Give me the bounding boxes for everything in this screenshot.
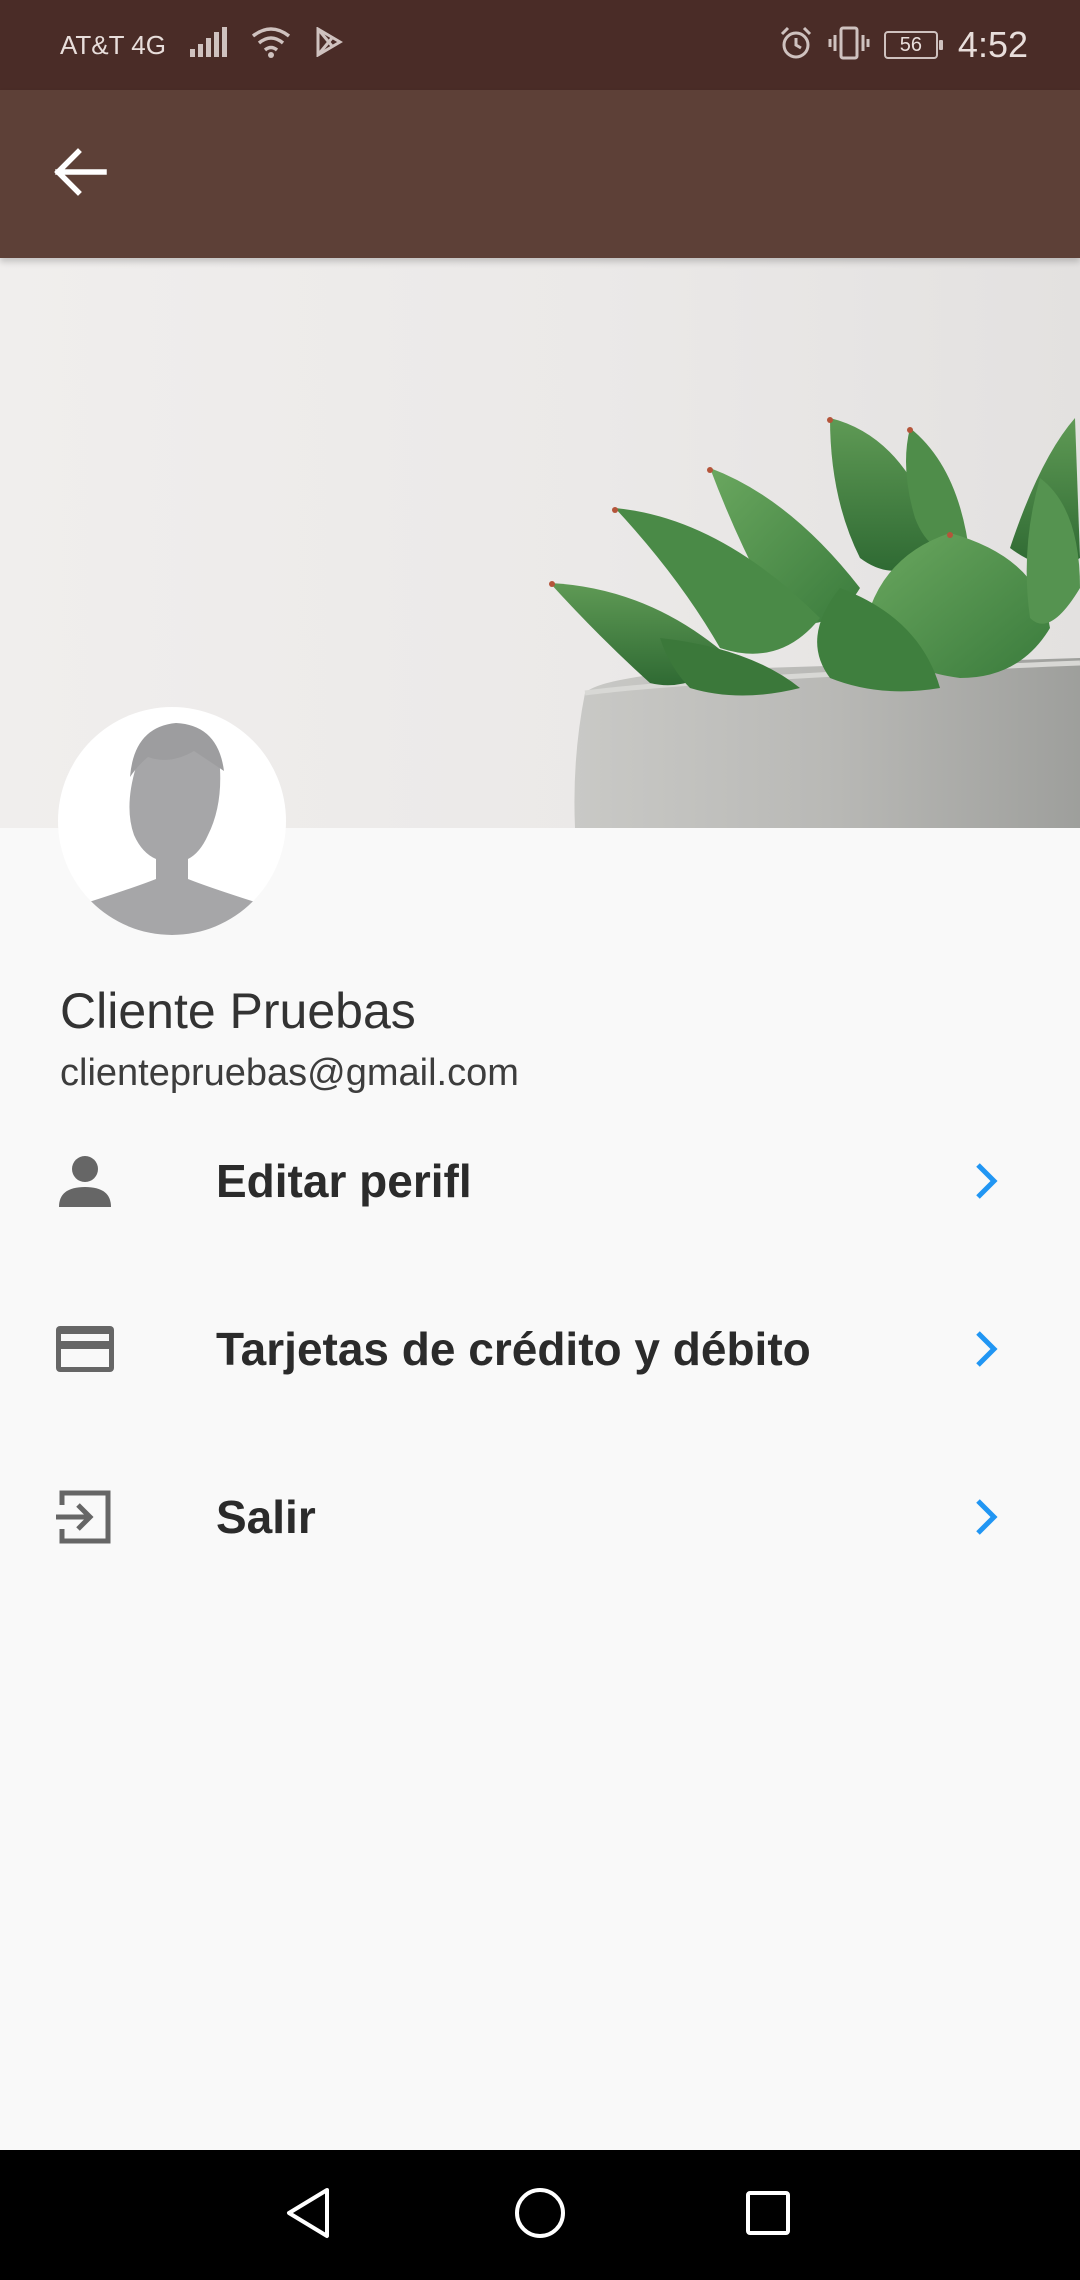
nav-back-button[interactable] [268,2175,348,2255]
menu-item-logout[interactable]: Salir [0,1442,1080,1592]
signal-icon [188,26,228,64]
status-left: AT&T 4G [60,0,344,90]
chevron-right-icon [962,1492,1012,1542]
chevron-right-icon [962,1156,1012,1206]
menu-item-label: Editar perifl [216,1155,472,1207]
wifi-icon [250,26,292,65]
nav-recents-button[interactable] [728,2175,808,2255]
avatar[interactable] [58,707,286,935]
nav-home-button[interactable] [500,2175,580,2255]
triangle-back-icon [283,2186,333,2245]
menu-item-cards[interactable]: Tarjetas de crédito y débito [0,1274,1080,1424]
person-icon [50,1146,120,1216]
status-bar: AT&T 4G 56 4:52 [0,0,1080,90]
play-store-icon [314,25,344,64]
credit-card-icon [50,1314,120,1384]
menu-item-edit-profile[interactable]: Editar perifl [0,1106,1080,1256]
arrow-left-icon [52,147,108,201]
alarm-icon [778,25,814,66]
exit-icon [50,1482,120,1552]
menu-item-label: Tarjetas de crédito y débito [216,1323,811,1375]
navigation-bar [0,2150,1080,2280]
back-button[interactable] [40,134,120,214]
person-silhouette-icon [58,723,286,935]
square-recents-icon [743,2188,793,2243]
carrier-label: AT&T 4G [60,29,166,60]
profile-screen: AT&T 4G 56 4:52 Cliente Pruebas clientep… [0,0,1080,2280]
chevron-right-icon [962,1324,1012,1374]
profile-email: clientepruebas@gmail.com [60,1052,519,1094]
app-bar [0,90,1080,258]
status-right: 56 4:52 [778,0,1028,90]
menu-item-label: Salir [216,1491,316,1543]
vibrate-icon [828,25,870,66]
profile-name: Cliente Pruebas [60,983,416,1039]
clock: 4:52 [957,24,1028,65]
battery-indicator: 56 [883,31,943,59]
circle-home-icon [513,2186,567,2245]
